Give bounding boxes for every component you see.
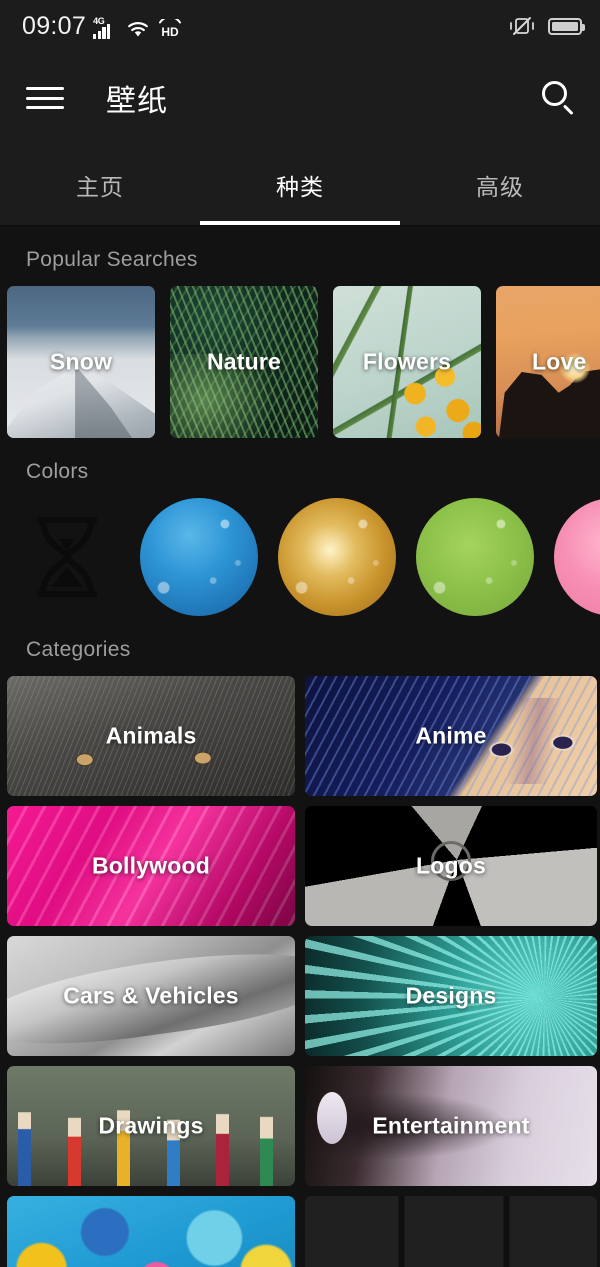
category-card-entertainment[interactable]: Entertainment — [305, 1066, 597, 1186]
vibrate-mute-icon — [510, 17, 534, 35]
categories-title: Categories — [26, 638, 131, 661]
popular-search-label: Nature — [206, 348, 282, 375]
color-swatch-gold[interactable] — [278, 498, 396, 616]
battery-full-icon — [548, 17, 585, 35]
tab-categories[interactable]: 种类 — [200, 144, 400, 225]
hamburger-menu-icon[interactable] — [26, 84, 64, 112]
search-icon-ring — [542, 81, 567, 106]
tab-bar: 主页 种类 高级 — [0, 144, 600, 226]
popular-searches-title: Popular Searches — [26, 248, 198, 271]
category-card-designs[interactable]: Designs — [305, 936, 597, 1056]
category-card-next-row-right[interactable] — [305, 1196, 597, 1267]
color-swatch-pink[interactable] — [554, 498, 600, 616]
search-icon-handle — [562, 104, 574, 116]
next-row-left-thumbnail — [7, 1196, 295, 1267]
color-swatch-green[interactable] — [416, 498, 534, 616]
tab-active-indicator — [200, 221, 400, 225]
popular-search-card-flowers[interactable]: Flowers — [333, 286, 481, 438]
hd-icon: HD — [159, 18, 182, 39]
wifi-icon — [128, 21, 148, 36]
popular-search-label: Flowers — [362, 348, 452, 375]
category-card-logos[interactable]: Logos — [305, 806, 597, 926]
popular-search-card-love[interactable]: Love — [496, 286, 600, 438]
category-label: Bollywood — [91, 852, 211, 879]
app-bar: 壁纸 — [0, 52, 600, 144]
colors-list[interactable] — [0, 498, 600, 616]
status-time: 09:07 — [22, 11, 87, 40]
category-card-next-row-left[interactable] — [7, 1196, 295, 1267]
categories-grid: Animals Anime Bollywood Logos Cars & Veh… — [0, 676, 600, 1267]
category-label: Logos — [416, 852, 486, 879]
popular-search-label: Love — [532, 348, 587, 375]
status-bar: 09:07 4G HD — [0, 0, 600, 52]
popular-search-card-snow[interactable]: Snow — [7, 286, 155, 438]
signal-bars-glyph — [93, 23, 111, 39]
app-root: 09:07 4G HD 壁纸 主页 种类 高级 Popular Searches… — [0, 0, 600, 1267]
page-title: 壁纸 — [106, 85, 168, 118]
hourglass-icon — [14, 504, 120, 610]
category-label: Animals — [105, 722, 197, 749]
next-row-right-thumbnail — [305, 1196, 597, 1267]
category-card-drawings[interactable]: Drawings — [7, 1066, 295, 1186]
category-label: Anime — [415, 722, 487, 749]
tab-home[interactable]: 主页 — [0, 144, 200, 225]
popular-searches-list[interactable]: Snow Nature Flowers Love — [0, 286, 600, 438]
popular-search-card-nature[interactable]: Nature — [170, 286, 318, 438]
popular-search-label: Snow — [49, 348, 113, 375]
status-bar-right — [507, 15, 585, 37]
search-icon[interactable] — [538, 78, 578, 118]
category-label: Entertainment — [372, 1112, 530, 1139]
tab-advanced[interactable]: 高级 — [400, 144, 600, 225]
status-bar-left: 09:07 4G HD — [22, 11, 183, 40]
color-swatch-blue[interactable] — [140, 498, 258, 616]
category-card-bollywood[interactable]: Bollywood — [7, 806, 295, 926]
svg-text:HD: HD — [161, 25, 179, 39]
category-card-anime[interactable]: Anime — [305, 676, 597, 796]
category-label: Drawings — [98, 1112, 204, 1139]
category-label: Designs — [405, 982, 497, 1009]
signal-bars-icon: 4G — [93, 16, 119, 39]
colors-title: Colors — [26, 460, 89, 483]
category-label: Cars & Vehicles — [63, 982, 239, 1009]
category-card-animals[interactable]: Animals — [7, 676, 295, 796]
category-card-cars-vehicles[interactable]: Cars & Vehicles — [7, 936, 295, 1056]
